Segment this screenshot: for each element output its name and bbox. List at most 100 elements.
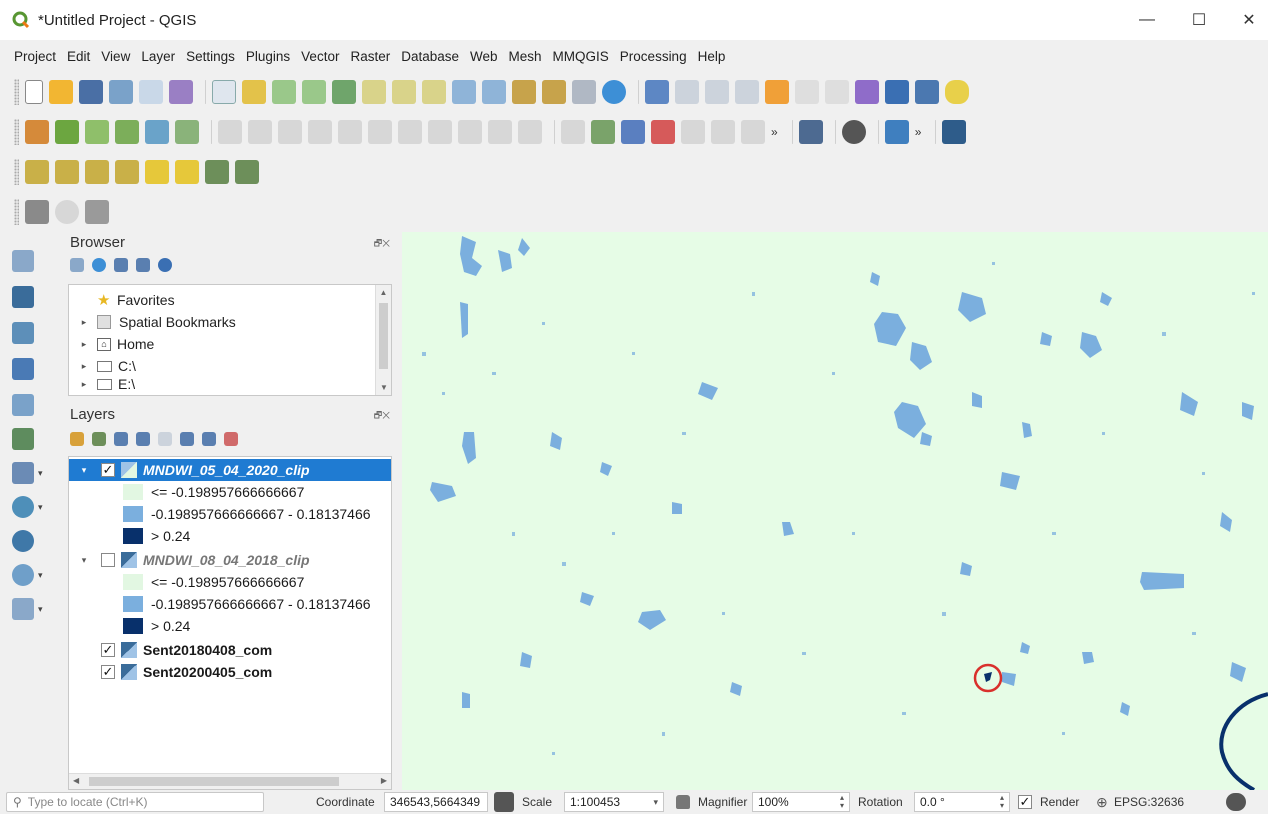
layer-labeling-icon[interactable] [591, 120, 615, 144]
temporal-controller-icon[interactable] [572, 80, 596, 104]
add-virtual-layer-icon[interactable] [12, 598, 34, 620]
expand-arrow-icon[interactable]: ▸ [77, 317, 91, 328]
add-mesh-layer-icon[interactable] [175, 120, 199, 144]
label-toolbar-icon[interactable] [561, 120, 585, 144]
scroll-left-icon[interactable]: ◀ [73, 776, 79, 785]
decrease-brightness-icon[interactable] [175, 160, 199, 184]
collapse-arrow-icon[interactable]: ▾ [77, 555, 91, 566]
increase-contrast-icon[interactable] [205, 160, 229, 184]
histogram-stretch-icon[interactable] [25, 160, 49, 184]
vertex-tool-icon[interactable] [338, 120, 362, 144]
collapse-arrow-icon[interactable]: ▾ [77, 465, 91, 476]
zoom-full-icon[interactable] [332, 80, 356, 104]
minimize-button[interactable]: — [1124, 0, 1170, 40]
lock-scale-icon[interactable] [676, 795, 690, 809]
toggle-editing-icon[interactable] [248, 120, 272, 144]
locator-search-input[interactable]: ⚲ Type to locate (Ctrl+K) [6, 792, 264, 812]
paste-features-icon[interactable] [458, 120, 482, 144]
refresh-icon[interactable] [602, 80, 626, 104]
zoom-next-icon[interactable] [482, 80, 506, 104]
toolbar-more-button[interactable]: » [771, 125, 778, 139]
chevron-down-icon[interactable]: ▾ [38, 604, 43, 615]
pin-labels-icon[interactable] [681, 120, 705, 144]
zoom-in-icon[interactable] [272, 80, 296, 104]
add-selected-layers-icon[interactable] [70, 258, 84, 272]
increase-brightness-icon[interactable] [145, 160, 169, 184]
menu-processing[interactable]: Processing [620, 49, 687, 64]
toolbar-grip[interactable] [14, 159, 19, 185]
messages-icon[interactable] [1226, 793, 1246, 811]
toolbar-more-button[interactable]: » [915, 125, 922, 139]
new-mesh-layer-icon[interactable] [12, 322, 34, 344]
layer-item-sent2020[interactable]: ✓ Sent20200405_com [69, 661, 272, 683]
cloud-icon[interactable] [55, 200, 79, 224]
attribute-table-icon[interactable] [795, 80, 819, 104]
collapse-all-icon[interactable] [136, 258, 150, 272]
layer-item-mndwi-2018[interactable]: ▾ MNDWI_08_04_2018_clip [69, 549, 310, 571]
cumulative-stretch-icon[interactable] [85, 160, 109, 184]
globe-plugin-icon[interactable] [841, 120, 866, 144]
menu-edit[interactable]: Edit [67, 49, 90, 64]
magnifier-spinbox[interactable]: 100% ▴ ▾ [752, 792, 850, 812]
add-wfs-icon[interactable] [12, 530, 34, 552]
new-vector-layer-icon[interactable] [12, 250, 34, 272]
toggle-extents-icon[interactable] [494, 792, 514, 812]
toolbar-grip[interactable] [14, 79, 19, 105]
measure-line-icon[interactable] [915, 80, 939, 104]
sketch-icon[interactable] [25, 200, 49, 224]
globe-icon[interactable]: ⊕ [1096, 794, 1108, 811]
collapse-all-icon[interactable] [202, 432, 216, 446]
menu-raster[interactable]: Raster [350, 49, 390, 64]
data-source-manager-icon[interactable] [25, 120, 49, 144]
current-edits-icon[interactable] [218, 120, 242, 144]
filter-icon[interactable] [114, 258, 128, 272]
info-icon[interactable] [158, 258, 172, 272]
add-postgis-icon[interactable] [12, 462, 34, 484]
expand-arrow-icon[interactable]: ▸ [77, 379, 91, 390]
expand-arrow-icon[interactable]: ▸ [77, 361, 91, 372]
abc-highlight-label-icon[interactable] [651, 120, 675, 144]
python-console-icon[interactable] [884, 120, 909, 144]
actions-icon[interactable] [675, 80, 699, 104]
add-feature-icon[interactable] [308, 120, 332, 144]
toolbar-grip[interactable] [14, 119, 19, 145]
layers-horizontal-scrollbar[interactable]: ◀ ▶ [69, 773, 391, 789]
delete-selected-icon[interactable] [368, 120, 392, 144]
map-tips-icon[interactable] [945, 80, 969, 104]
field-calculator-icon[interactable] [825, 80, 849, 104]
browser-item-favorites[interactable]: ★ Favorites [69, 289, 175, 311]
copy-features-icon[interactable] [428, 120, 452, 144]
menu-vector[interactable]: Vector [301, 49, 339, 64]
browser-item-c-drive[interactable]: ▸ C:\ [69, 355, 136, 377]
menu-layer[interactable]: Layer [141, 49, 175, 64]
zoom-to-selection-icon[interactable] [362, 80, 386, 104]
layer-item-sent2018[interactable]: ✓ Sent20180408_com [69, 639, 272, 661]
expand-arrow-icon[interactable]: ▸ [77, 339, 91, 350]
style-manager-icon[interactable] [169, 80, 193, 104]
abc-label-icon[interactable] [621, 120, 645, 144]
pan-map-icon[interactable] [212, 80, 236, 104]
layer-visibility-checkbox[interactable] [101, 553, 115, 567]
processing-toolbox-icon[interactable] [855, 80, 879, 104]
filter-by-expression-icon[interactable] [158, 432, 172, 446]
show-hide-labels-icon[interactable] [711, 120, 735, 144]
undo-icon[interactable] [488, 120, 512, 144]
scale-combobox[interactable]: 1:100453 ▾ [564, 792, 664, 812]
pan-to-selection-icon[interactable] [242, 80, 266, 104]
add-group-icon[interactable] [92, 432, 106, 446]
menu-view[interactable]: View [101, 49, 130, 64]
cut-features-icon[interactable] [398, 120, 422, 144]
add-wcs-icon[interactable] [12, 564, 34, 586]
close-button[interactable]: ✕ [1226, 0, 1268, 40]
digitize-icon[interactable] [115, 120, 139, 144]
panel-float-close-icon[interactable]: 🗗✕ [374, 236, 390, 252]
menu-settings[interactable]: Settings [186, 49, 235, 64]
menu-database[interactable]: Database [401, 49, 459, 64]
expand-all-icon[interactable] [180, 432, 194, 446]
scrollbar-thumb[interactable] [379, 303, 388, 369]
toolbar-grip[interactable] [14, 199, 19, 225]
chevron-down-icon[interactable]: ▾ [38, 468, 43, 479]
new-print-layout-icon[interactable] [139, 80, 163, 104]
scroll-up-icon[interactable]: ▲ [376, 288, 391, 297]
new-map-view-icon[interactable] [512, 80, 536, 104]
